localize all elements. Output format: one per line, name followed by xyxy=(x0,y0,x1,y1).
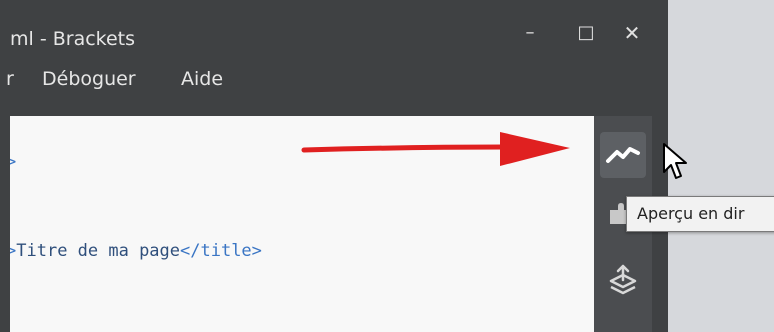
live-preview-icon xyxy=(600,147,646,182)
minimize-button[interactable]: – xyxy=(512,18,548,48)
maximize-button[interactable]: □ xyxy=(568,18,604,48)
live-preview-tooltip: Aperçu en dir xyxy=(626,196,774,232)
title-bar: ml - Brackets – □ ✕ xyxy=(0,0,668,56)
window-title: ml - Brackets xyxy=(10,28,136,50)
code-line: >Titre de ma page</title> xyxy=(10,241,262,261)
code-tag-fragment: > xyxy=(10,152,17,172)
live-preview-button[interactable] xyxy=(600,132,646,178)
code-line: > xyxy=(10,152,16,172)
layers-button[interactable] xyxy=(600,260,646,306)
menu-item-partial[interactable]: r xyxy=(6,68,14,90)
red-arrow-icon xyxy=(300,128,572,176)
menu-item-aide[interactable]: Aide xyxy=(181,68,223,90)
code-text: Titre de ma page xyxy=(16,241,181,261)
menu-bar: r Déboguer Aide xyxy=(0,60,668,104)
mouse-cursor-icon xyxy=(662,142,690,186)
menu-item-deboguer[interactable]: Déboguer xyxy=(42,68,136,90)
layers-icon xyxy=(600,264,646,310)
code-closing-tag: </title> xyxy=(180,241,262,261)
close-button[interactable]: ✕ xyxy=(614,18,650,48)
